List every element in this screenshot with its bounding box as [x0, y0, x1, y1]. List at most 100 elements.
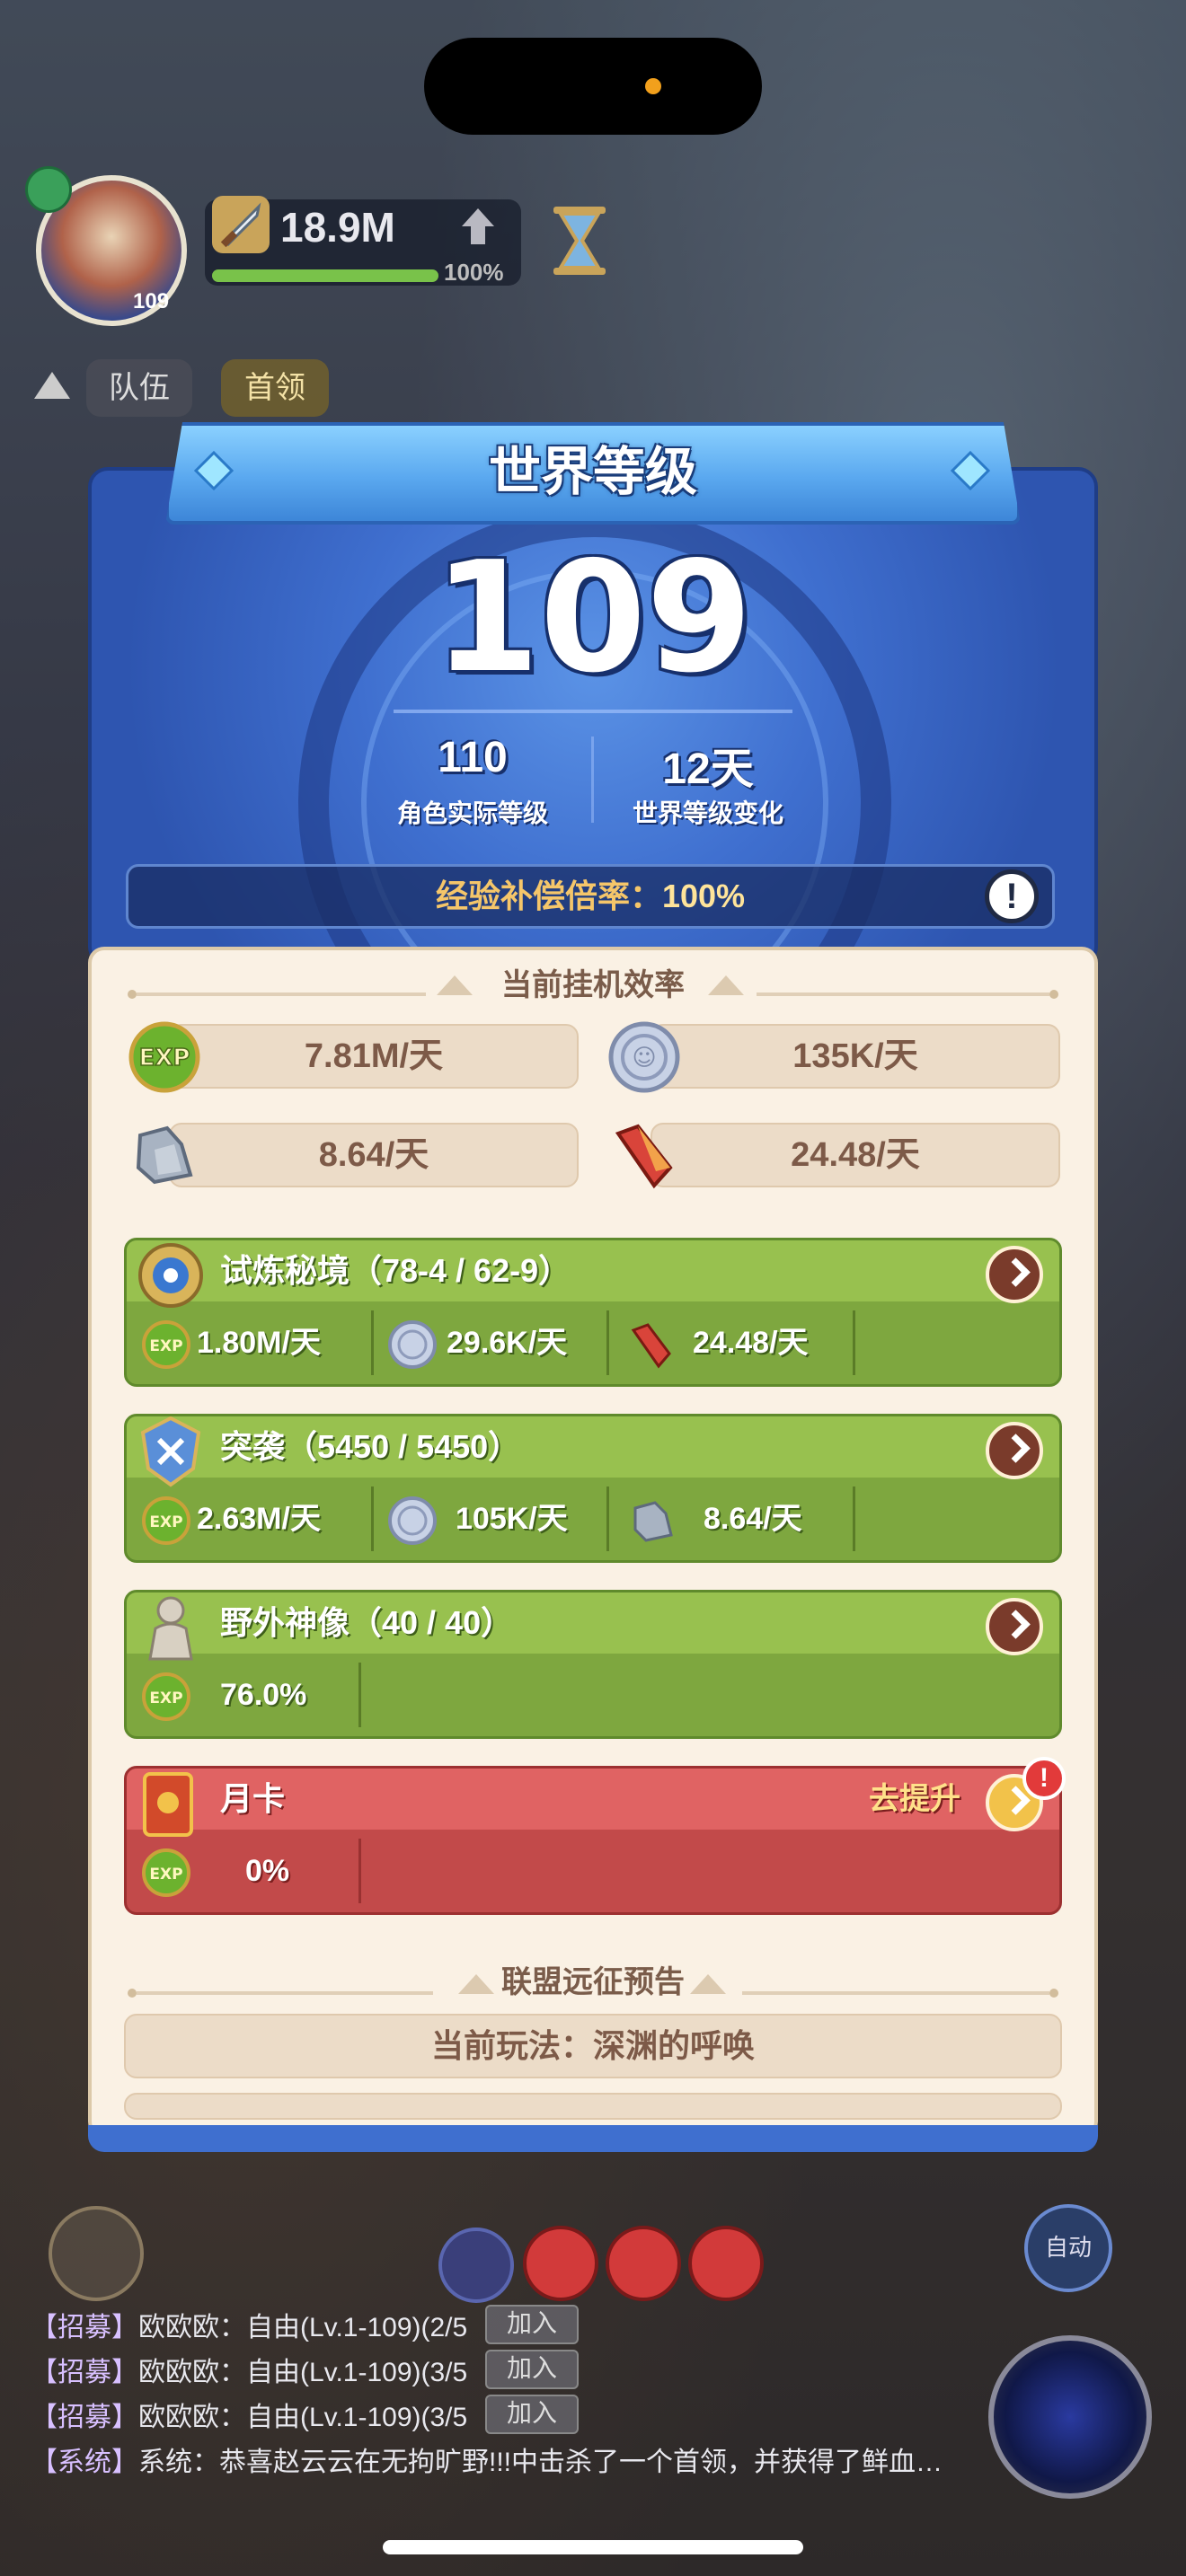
- chat-line: 【招募】欧欧欧：自由(Lv.1-109)(2/5: [31, 2305, 467, 2344]
- silver-coin-icon: [388, 1496, 437, 1545]
- hourglass-icon[interactable]: [546, 203, 613, 278]
- chat-text: 欧欧欧：自由(Lv.1-109)(2/5: [138, 2313, 468, 2342]
- monthly-card[interactable]: 月卡 去提升 EXP 0%: [124, 1766, 1062, 1915]
- alert-skill-icon[interactable]: [523, 2226, 598, 2301]
- collapse-caret-icon[interactable]: [34, 372, 70, 399]
- silver-coin-icon: [388, 1320, 437, 1369]
- card-title: 突袭（5450 / 5450）: [220, 1428, 521, 1465]
- actual-level-value: 110: [438, 734, 508, 781]
- chat-text: 欧欧欧：自由(Lv.1-109)(3/5: [138, 2403, 468, 2432]
- exp-icon: EXP: [142, 1848, 190, 1897]
- decor-triangle: [690, 1974, 726, 1994]
- chat-tag: 【招募】: [31, 2403, 138, 2432]
- alert-skill-icon[interactable]: [688, 2226, 764, 2301]
- svg-text:EXP: EXP: [149, 1513, 182, 1531]
- divider: [371, 1486, 374, 1551]
- gem-icon: [951, 451, 990, 490]
- power-progress-bar: [212, 269, 438, 282]
- crystal-value: 24.48/天: [693, 1326, 809, 1360]
- join-button[interactable]: 加入: [485, 2395, 579, 2434]
- portal-icon[interactable]: [988, 2335, 1152, 2499]
- svg-text:EXP: EXP: [139, 1045, 190, 1072]
- power-value: 18.9M: [280, 204, 395, 251]
- svg-text:EXP: EXP: [149, 1866, 182, 1883]
- sword-icon: [212, 196, 270, 253]
- eye-emblem-icon: [138, 1243, 203, 1308]
- divider: [853, 1486, 855, 1551]
- exp-icon: EXP: [128, 1021, 200, 1093]
- efficiency-heading: 当前挂机效率: [501, 968, 685, 1002]
- level-change-value: 12天: [662, 745, 754, 793]
- chat-line: 【招募】欧欧欧：自由(Lv.1-109)(3/5: [31, 2395, 467, 2434]
- ore-value: 8.64/天: [704, 1502, 802, 1536]
- chat-text: 欧欧欧：自由(Lv.1-109)(3/5: [138, 2358, 468, 2387]
- chat-text: 系统：恭喜赵云云在无拘旷野!!!中击杀了一个首领，并获得了鲜血…: [138, 2448, 943, 2477]
- privacy-indicator: [645, 78, 661, 94]
- wild-statue-card[interactable]: 野外神像（40 / 40） EXP 76.0%: [124, 1590, 1062, 1739]
- ore-icon: [633, 1501, 673, 1542]
- red-crystal-icon: [615, 1124, 673, 1189]
- next-mode-row-cut: [124, 2093, 1062, 2120]
- statue-icon: [148, 1596, 193, 1661]
- decor-line: [757, 992, 1049, 996]
- divider: [606, 1310, 609, 1375]
- decor-line: [742, 1991, 1049, 1995]
- exp-rate-text: 经验补偿倍率：100%: [126, 864, 1055, 929]
- chevron-right-button[interactable]: [986, 1422, 1043, 1479]
- decor-triangle: [708, 975, 744, 995]
- exp-value: 0%: [245, 1854, 290, 1888]
- divider: [853, 1310, 855, 1375]
- trial-realm-card[interactable]: 试炼秘境（78-4 / 62-9） EXP 1.80M/天 29.6K/天 24…: [124, 1238, 1062, 1387]
- decor-dot: [1049, 1989, 1058, 1998]
- exp-rate-value: 100%: [661, 878, 746, 914]
- exp-rate-box: 7.81M/天: [169, 1024, 579, 1089]
- raid-card[interactable]: 突袭（5450 / 5450） EXP 2.63M/天 105K/天 8.64/…: [124, 1414, 1062, 1563]
- join-button[interactable]: 加入: [485, 2305, 579, 2344]
- exp-value: 76.0%: [220, 1678, 307, 1712]
- power-progress-fill: [212, 269, 438, 282]
- divider: [358, 1663, 361, 1727]
- exp-value: 2.63M/天: [197, 1502, 321, 1536]
- ore-icon: [136, 1125, 193, 1185]
- ore-rate-box: 8.64/天: [169, 1123, 579, 1187]
- power-progress-pct: 100%: [444, 259, 504, 286]
- alert-skill-icon[interactable]: [606, 2226, 681, 2301]
- avatar-level: 109: [133, 289, 170, 313]
- world-level-value: 109: [433, 529, 753, 707]
- chevron-right-button[interactable]: [986, 1598, 1043, 1655]
- info-button[interactable]: !: [985, 869, 1039, 923]
- divider: [371, 1310, 374, 1375]
- arrow-up-icon[interactable]: [458, 205, 498, 248]
- card-title: 月卡: [220, 1780, 286, 1817]
- exp-icon: EXP: [142, 1320, 190, 1369]
- svg-text:☺: ☺: [632, 1045, 656, 1072]
- tab-team[interactable]: 队伍: [86, 359, 192, 417]
- actual-level-label: 角色实际等级: [396, 799, 548, 827]
- chat-line: 【招募】欧欧欧：自由(Lv.1-109)(3/5: [31, 2350, 467, 2389]
- auto-button[interactable]: 自动: [1024, 2204, 1112, 2292]
- chevron-right-button[interactable]: [986, 1246, 1043, 1303]
- dynamic-island: [424, 38, 762, 135]
- tab-boss[interactable]: 首领: [221, 359, 329, 417]
- red-crystal-icon: [631, 1323, 671, 1369]
- exp-icon: EXP: [142, 1672, 190, 1721]
- skill-icon[interactable]: [438, 2228, 514, 2303]
- home-indicator[interactable]: [383, 2540, 803, 2554]
- divider: [606, 1486, 609, 1551]
- panel-bottom-edge: [88, 2125, 1098, 2152]
- modal-title: 世界等级: [488, 443, 697, 501]
- horn-icon[interactable]: [49, 2206, 144, 2301]
- alert-badge-icon: !: [1022, 1757, 1066, 1800]
- exp-icon: EXP: [142, 1496, 190, 1545]
- promote-link[interactable]: 去提升: [869, 1776, 960, 1822]
- silver-coin-icon: ☺: [608, 1021, 680, 1093]
- level-change-label: 世界等级变化: [632, 799, 783, 827]
- join-button[interactable]: 加入: [485, 2350, 579, 2389]
- exp-value: 1.80M/天: [197, 1326, 321, 1360]
- decor-dot: [1049, 990, 1058, 999]
- monthly-card-icon: [143, 1772, 193, 1837]
- svg-text:EXP: EXP: [149, 1337, 182, 1355]
- card-title: 野外神像（40 / 40）: [220, 1604, 514, 1641]
- chat-line: 【系统】系统：恭喜赵云云在无拘旷野!!!中击杀了一个首领，并获得了鲜血…: [31, 2439, 943, 2479]
- chat-tag: 【招募】: [31, 2358, 138, 2387]
